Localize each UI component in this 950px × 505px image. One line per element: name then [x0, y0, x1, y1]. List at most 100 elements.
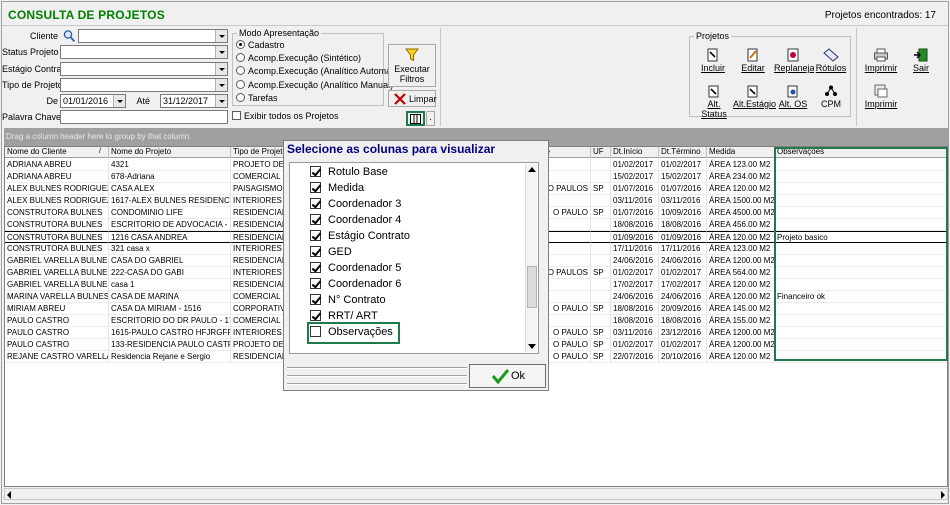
col-header-uf[interactable]: UF	[591, 147, 611, 158]
column-option[interactable]: Coordenador 6	[310, 278, 401, 293]
col-header-inicio[interactable]: Dt.Início	[611, 147, 659, 158]
list-scrollbar[interactable]	[525, 164, 537, 352]
chevron-down-icon[interactable]	[113, 95, 125, 107]
cell-projeto: CONDOMINIO LIFE	[109, 207, 231, 219]
chevron-down-icon[interactable]	[215, 63, 227, 75]
date-from-picker[interactable]: 01/01/2016	[60, 94, 126, 108]
checkbox[interactable]	[310, 198, 321, 209]
chevron-down-icon[interactable]	[528, 344, 536, 349]
cell-uf	[591, 255, 611, 267]
scroll-left-icon[interactable]	[7, 491, 11, 499]
sair-button[interactable]: Sair	[904, 46, 938, 79]
column-option[interactable]: Estágio Contrato	[310, 230, 410, 245]
checkbox[interactable]	[310, 230, 321, 241]
rotulos-button[interactable]: Rótulos	[814, 46, 848, 79]
cell-inicio: 01/02/2017	[611, 267, 659, 279]
cell-inicio: 24/06/2016	[611, 291, 659, 303]
radio-analitico-automatico[interactable]: Acomp.Execução (Analítico Automático)	[236, 66, 408, 76]
cell-cliente: PAULO CASTRO	[5, 339, 109, 351]
cliente-combo[interactable]	[78, 29, 228, 43]
cell-uf: SP	[591, 207, 611, 219]
editar-button[interactable]: Editar	[736, 46, 770, 79]
cell-medida: ÁREA 564.00 M2	[707, 267, 775, 279]
observacoes-item-highlight	[307, 322, 400, 344]
column-chooser-button[interactable]	[406, 111, 425, 126]
date-to-picker[interactable]: 31/12/2017	[160, 94, 228, 108]
chevron-down-icon[interactable]	[215, 46, 227, 58]
incluir-button[interactable]: Incluir	[696, 46, 730, 79]
scroll-right-icon[interactable]	[941, 491, 945, 499]
checkbox[interactable]	[310, 166, 321, 177]
cell-projeto: Residencia Rejane e Sergio	[109, 351, 231, 363]
radio-analitico-manual[interactable]: Acomp.Execução (Analítico Manual)	[236, 80, 393, 90]
col-header-termino[interactable]: Dt.Término	[659, 147, 707, 158]
cell-tipo: PAISAGISMO	[231, 183, 287, 195]
col-header-medida[interactable]: Medida	[707, 147, 775, 158]
cell-tipo: COMERCIAL	[231, 315, 287, 327]
search-icon[interactable]	[62, 29, 76, 43]
column-option[interactable]: Rotulo Base	[310, 166, 388, 181]
cell-inicio: 01/09/2016	[611, 231, 659, 243]
chevron-down-icon[interactable]	[215, 95, 227, 107]
cell-cliente: CONSTRUTORA BULNES	[5, 231, 109, 243]
imprimir-report-button[interactable]: Imprimir	[863, 82, 899, 115]
imprimir-button[interactable]: Imprimir	[863, 46, 899, 79]
alt-os-button[interactable]: Alt. OS	[776, 83, 810, 113]
cell-projeto: CASA DO GABRIEL	[109, 255, 231, 267]
column-option[interactable]: Coordenador 3	[310, 198, 401, 213]
column-option[interactable]: Coordenador 5	[310, 262, 401, 277]
checkbox[interactable]	[310, 278, 321, 289]
radio-tarefas[interactable]: Tarefas	[236, 93, 278, 103]
horizontal-scrollbar[interactable]	[4, 488, 948, 500]
chevron-down-icon[interactable]	[215, 30, 227, 42]
cell-medida: ÁREA 123.00 M2	[707, 243, 775, 255]
ok-button[interactable]: Ok	[469, 364, 546, 388]
radio-cadastro[interactable]: Cadastro	[236, 40, 285, 50]
col-header-cliente[interactable]: Nome do Cliente	[5, 147, 109, 158]
cell-uf	[591, 159, 611, 171]
cell-medida: ÁREA 120.00 M2	[707, 351, 775, 363]
checkmark-icon	[492, 369, 509, 384]
status-combo[interactable]	[60, 45, 228, 59]
checkbox[interactable]	[310, 262, 321, 273]
column-option[interactable]: Medida	[310, 182, 364, 197]
cell-projeto: 222-CASA DO GABI	[109, 267, 231, 279]
cell-medida: ÁREA 1200.00 M2	[707, 255, 775, 267]
radio-sintetico[interactable]: Acomp.Execução (Sintético)	[236, 53, 361, 63]
scroll-thumb[interactable]	[527, 266, 537, 308]
cell-termino: 18/08/2016	[659, 315, 707, 327]
column-option[interactable]: Coordenador 4	[310, 214, 401, 229]
column-chooser-dropdown[interactable]: .	[426, 111, 435, 126]
keyword-input[interactable]	[60, 110, 228, 124]
replanejar-button[interactable]: Replanejar	[774, 46, 818, 79]
checkbox[interactable]	[310, 294, 321, 305]
cpm-button[interactable]: CPM	[814, 83, 848, 113]
alt-estagio-button[interactable]: Alt.Estágio	[733, 83, 776, 113]
col-header-tipo[interactable]: Tipo de Projeto	[231, 147, 287, 158]
column-option[interactable]: GED	[310, 246, 352, 261]
cell-medida: ÁREA 155.00 M2	[707, 315, 775, 327]
column-option[interactable]: N° Contrato	[310, 294, 386, 309]
cell-tipo: RESIDENCIAL	[231, 351, 287, 363]
column-option-label: Coordenador 5	[328, 262, 402, 274]
chevron-up-icon[interactable]	[528, 167, 536, 172]
checkbox[interactable]	[310, 246, 321, 257]
cell-termino: 01/02/2017	[659, 267, 707, 279]
tipo-combo[interactable]	[60, 78, 228, 92]
cell-inicio: 01/02/2017	[611, 339, 659, 351]
checkbox[interactable]	[310, 182, 321, 193]
checkbox[interactable]	[310, 310, 321, 321]
print-report-icon	[874, 84, 888, 98]
order-icon	[787, 85, 798, 98]
cell-tipo: RESIDENCIAL	[231, 279, 287, 291]
limpar-button[interactable]: Limpar	[388, 90, 437, 107]
col-header-projeto[interactable]: Nome do Projeto	[109, 147, 231, 158]
cell-tipo: CORPORATIV	[231, 303, 287, 315]
checkbox[interactable]	[310, 214, 321, 225]
estagio-combo[interactable]	[60, 62, 228, 76]
chevron-down-icon[interactable]	[215, 79, 227, 91]
network-icon	[825, 85, 837, 96]
exibir-todos-checkbox[interactable]: Exibir todos os Projetos	[232, 111, 339, 121]
executar-filtros-button[interactable]: Executar Filtros	[388, 44, 436, 87]
alt-status-button[interactable]: Alt. Status	[696, 83, 732, 119]
